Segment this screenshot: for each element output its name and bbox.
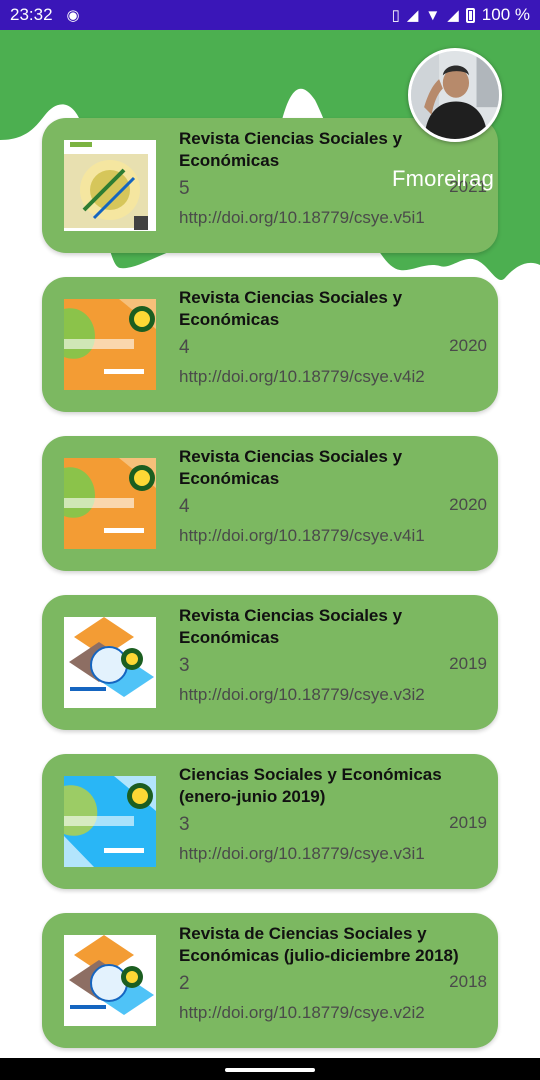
issue-year: 2019 [449, 813, 487, 832]
issue-card[interactable]: Revista Ciencias Sociales y Económicas 4… [42, 277, 498, 412]
signal-icon: ◢ [406, 7, 419, 24]
cover-thumbnail [64, 140, 156, 231]
issue-title: Revista Ciencias Sociales y Económicas [179, 606, 403, 647]
issue-doi-link[interactable]: http://doi.org/10.18779/csye.v4i1 [179, 526, 425, 546]
issue-doi-link[interactable]: http://doi.org/10.18779/csye.v5i1 [179, 208, 425, 228]
cover-thumbnail [64, 935, 156, 1026]
issue-card[interactable]: Revista Ciencias Sociales y Económicas 4… [42, 436, 498, 571]
issue-doi-link[interactable]: http://doi.org/10.18779/csye.v3i2 [179, 685, 425, 705]
issue-card[interactable]: Ciencias Sociales y Económicas (enero-ju… [42, 754, 498, 889]
user-name: Fmoreirag [392, 166, 495, 191]
screen: 23:32 ◉ ▯ ◢ ▼ ◢ 100 % Revista Ciencias S… [0, 0, 540, 1080]
navigation-bar [0, 1058, 540, 1080]
battery-icon [465, 7, 475, 23]
issue-volume: 3 [179, 814, 190, 835]
issue-doi-link[interactable]: http://doi.org/10.18779/csye.v4i2 [179, 367, 425, 387]
issue-title: Ciencias Sociales y Económicas (enero-ju… [179, 765, 442, 806]
vibrate-icon: ▯ [391, 7, 400, 24]
issue-title: Revista Ciencias Sociales y Económicas [179, 288, 403, 329]
issue-volume: 4 [179, 337, 190, 358]
issue-doi-link[interactable]: http://doi.org/10.18779/csye.v2i2 [179, 1003, 425, 1023]
issue-volume: 3 [179, 655, 190, 676]
issue-doi-link[interactable]: http://doi.org/10.18779/csye.v3i1 [179, 844, 425, 864]
no-sim-icon: ◢ [447, 7, 459, 24]
issue-year: 2020 [449, 495, 487, 514]
issue-year: 2019 [449, 654, 487, 673]
issue-volume: 4 [179, 496, 190, 517]
issue-list: Revista Ciencias Sociales y Económicas 5… [42, 118, 498, 1072]
cover-thumbnail [64, 617, 156, 708]
user-avatar[interactable] [408, 48, 502, 142]
status-bar: 23:32 ◉ ▯ ◢ ▼ ◢ 100 % [0, 0, 540, 30]
cover-thumbnail [64, 458, 156, 549]
issue-volume: 5 [179, 178, 190, 199]
status-time: 23:32 [10, 5, 53, 24]
battery-level: 100 % [481, 5, 530, 24]
issue-year: 2020 [449, 336, 487, 355]
issue-card[interactable]: Revista de Ciencias Sociales y Económica… [42, 913, 498, 1048]
profile-photo [411, 51, 499, 139]
cover-thumbnail [64, 776, 156, 867]
issue-volume: 2 [179, 973, 190, 994]
issue-title: Revista Ciencias Sociales y Económicas [179, 447, 403, 488]
issue-card[interactable]: Revista Ciencias Sociales y Económicas 3… [42, 595, 498, 730]
issue-title: Revista de Ciencias Sociales y Económica… [179, 924, 459, 965]
home-gesture-handle[interactable] [225, 1068, 315, 1072]
issue-year: 2018 [449, 972, 487, 991]
cover-thumbnail [64, 299, 156, 390]
wifi-icon: ▼ [425, 6, 441, 24]
game-controller-icon: ◉ [66, 7, 80, 24]
status-icons: ▯ ◢ ▼ ◢ 100 % [392, 5, 530, 25]
